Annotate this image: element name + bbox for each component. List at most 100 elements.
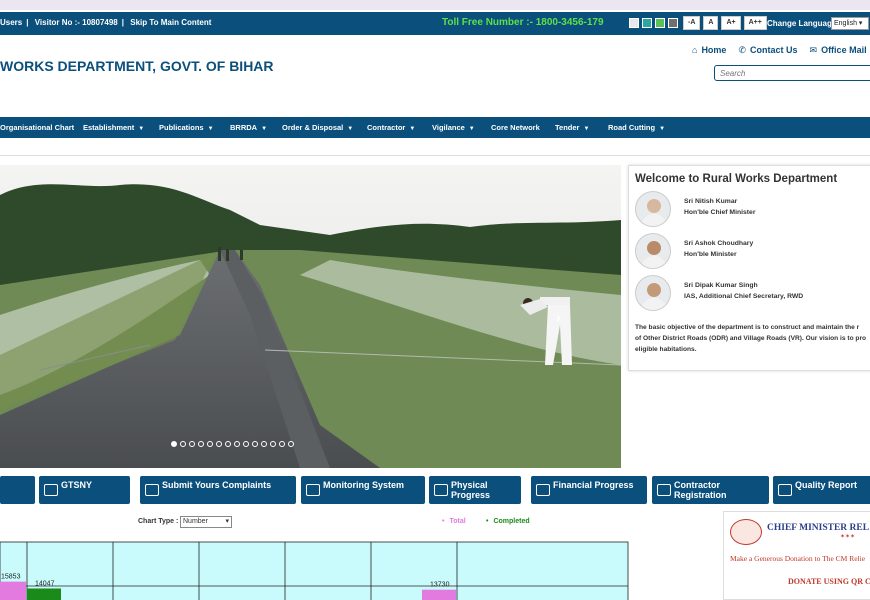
service-icon — [145, 484, 159, 496]
carousel-dot[interactable] — [216, 441, 222, 447]
donate-qr-link[interactable]: DONATE USING QR CO — [788, 577, 870, 586]
nav-item-0[interactable]: Organisational Chart — [0, 123, 74, 132]
skip-to-content-link[interactable]: Skip To Main Content — [130, 18, 211, 27]
chevron-down-icon: ▼ — [468, 126, 475, 132]
quick-link-label: GTSNY — [61, 480, 93, 490]
image-carousel[interactable]: › — [0, 165, 621, 468]
official-name: Sri Dipak Kumar Singh — [684, 282, 758, 289]
carousel-dot[interactable] — [171, 441, 177, 447]
search-input[interactable]: Search — [714, 65, 870, 81]
progress-chart-section: Chart Type : Number ▾ • Total • Completed 1… — [0, 512, 716, 600]
carousel-dot[interactable] — [243, 441, 249, 447]
chevron-down-icon: ▼ — [207, 126, 214, 132]
service-icon — [657, 484, 671, 496]
nav-item-label: Core Network — [491, 123, 540, 132]
header-link-2[interactable]: ✉ Office Mail — [810, 45, 867, 56]
service-icon — [434, 484, 448, 496]
header-link-0[interactable]: ⌂ Home — [692, 45, 726, 56]
header-quick-links: ⌂ Home ✆ Contact Us ✉ Office Mail — [692, 45, 867, 56]
nav-item-label: Contractor — [367, 123, 406, 132]
carousel-dot[interactable] — [207, 441, 213, 447]
quick-link-label: Financial Progress — [553, 480, 634, 490]
visitor-info: Users | Visitor No :- 10807498 | Skip To M… — [0, 18, 212, 27]
language-select[interactable]: English ▾ — [831, 17, 869, 30]
browser-top-strip — [0, 0, 870, 10]
service-icon — [44, 484, 58, 496]
official-card: Sri Dipak Kumar Singh IAS, Additional Chi… — [635, 275, 870, 311]
theme-swatch-3[interactable] — [668, 18, 678, 28]
carousel-dot[interactable] — [261, 441, 267, 447]
quick-link-label: Submit Yours Complaints — [162, 480, 272, 490]
official-role: IAS, Additional Chief Secretary, RWD — [684, 293, 804, 300]
quick-link-button-3[interactable]: Monitoring System — [301, 476, 425, 504]
utility-bar: Users | Visitor No :- 10807498 | Skip To M… — [0, 12, 870, 35]
quick-link-button-0[interactable] — [0, 476, 35, 504]
toll-free-number: Toll Free Number :- 1800-3456-179 — [442, 17, 604, 28]
chart-data-label: 14047 — [35, 580, 55, 587]
decorative-stars: ✶✶✶ — [840, 534, 856, 540]
avatar — [635, 275, 671, 311]
quick-link-label: Monitoring System — [323, 480, 405, 490]
cm-relief-tagline: Make a Generous Donation to The CM Relie — [730, 554, 866, 563]
avatar — [635, 233, 671, 269]
service-icon — [306, 484, 320, 496]
service-icon — [536, 484, 550, 496]
visitor-counter: Visitor No :- 10807498 — [34, 18, 118, 27]
nav-item-1[interactable]: Establishment ▼ — [83, 123, 144, 132]
font-size-button-3[interactable]: A++ — [743, 16, 767, 30]
carousel-dot[interactable] — [198, 441, 204, 447]
carousel-dot[interactable] — [279, 441, 285, 447]
nav-item-label: Vigilance — [432, 123, 465, 132]
font-size-button-2[interactable]: A+ — [721, 16, 741, 30]
chevron-down-icon: ▼ — [583, 126, 590, 132]
cm-relief-fund-panel[interactable]: CHIEF MINISTER REL ✶✶✶ Make a Generous D… — [723, 511, 870, 600]
header-link-1[interactable]: ✆ Contact Us — [738, 45, 797, 56]
quick-link-button-2[interactable]: Submit Yours Complaints — [140, 476, 296, 504]
carousel-dot[interactable] — [225, 441, 231, 447]
chevron-down-icon: ▼ — [138, 126, 145, 132]
chart-plot-area — [0, 541, 629, 600]
header-link-label: Home — [701, 45, 727, 55]
nav-item-5[interactable]: Contractor ▼ — [367, 123, 415, 132]
carousel-dot[interactable] — [270, 441, 276, 447]
carousel-dot[interactable] — [288, 441, 294, 447]
quick-link-button-7[interactable]: Quality Report — [773, 476, 870, 504]
chevron-down-icon: ▼ — [409, 126, 416, 132]
quick-link-label: Contractor Registration — [674, 480, 727, 500]
theme-swatch-2[interactable] — [655, 18, 665, 28]
quick-link-button-4[interactable]: Physical Progress — [429, 476, 521, 504]
carousel-indicators — [171, 441, 294, 447]
quick-link-button-6[interactable]: Contractor Registration — [652, 476, 769, 504]
home-icon: ⌂ — [692, 45, 698, 55]
theme-swatch-1[interactable] — [642, 18, 652, 28]
carousel-dot[interactable] — [252, 441, 258, 447]
chart-data-label: 13730 — [430, 582, 450, 589]
users-link[interactable]: Users — [0, 18, 22, 27]
cm-relief-title: CHIEF MINISTER REL — [767, 523, 870, 533]
welcome-description: The basic objective of the department is… — [635, 324, 867, 353]
quick-link-label: Physical Progress — [451, 480, 491, 500]
carousel-dot[interactable] — [180, 441, 186, 447]
chart-bar — [27, 588, 61, 600]
progress-chart: 15853 14047 13730 — [0, 541, 629, 600]
nav-item-2[interactable]: Publications ▼ — [159, 123, 214, 132]
quick-link-button-5[interactable]: Financial Progress — [531, 476, 647, 504]
chevron-down-icon: ▼ — [261, 126, 268, 132]
carousel-next-arrow[interactable]: › — [556, 309, 561, 325]
font-size-button-0[interactable]: -A — [683, 16, 701, 30]
quick-link-button-1[interactable]: GTSNY — [39, 476, 130, 504]
nav-item-3[interactable]: BRRDA ▼ — [230, 123, 267, 132]
font-size-button-1[interactable]: A — [703, 16, 719, 30]
nav-item-6[interactable]: Vigilance ▼ — [432, 123, 475, 132]
carousel-dot[interactable] — [234, 441, 240, 447]
nav-item-label: Order & Disposal — [282, 123, 344, 132]
nav-item-9[interactable]: Road Cutting ▼ — [608, 123, 665, 132]
chevron-down-icon: ▼ — [347, 126, 354, 132]
nav-item-8[interactable]: Tender ▼ — [555, 123, 589, 132]
theme-swatch-0[interactable] — [629, 18, 639, 28]
nav-item-label: Publications — [159, 123, 204, 132]
nav-item-7[interactable]: Core Network — [491, 123, 540, 132]
chart-data-label: 15853 — [1, 574, 21, 581]
nav-item-4[interactable]: Order & Disposal ▼ — [282, 123, 353, 132]
carousel-dot[interactable] — [189, 441, 195, 447]
